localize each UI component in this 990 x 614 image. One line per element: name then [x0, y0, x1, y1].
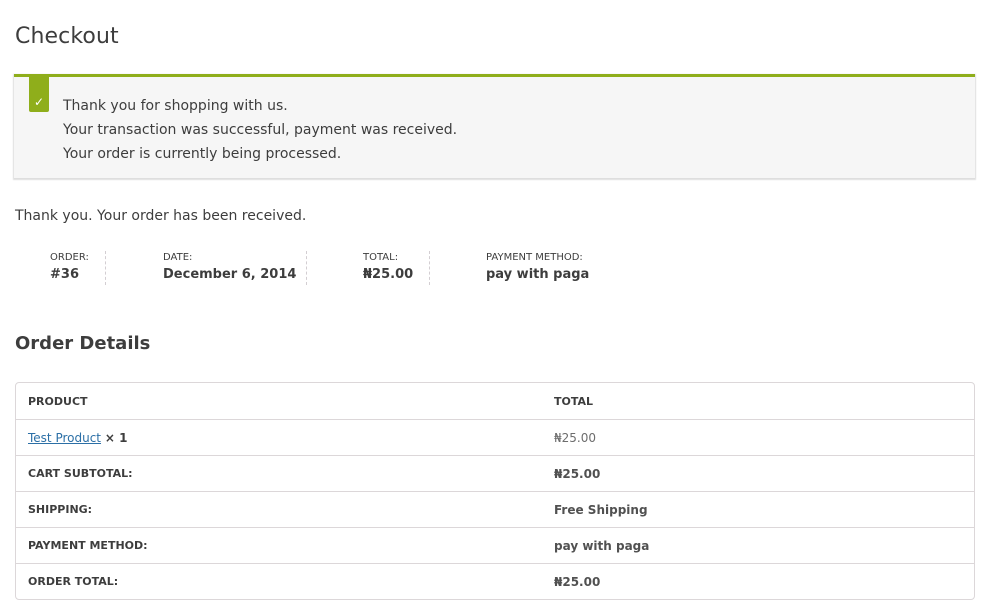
notice-line: Thank you for shopping with us. [63, 98, 288, 114]
row-value: ₦25.00 [542, 563, 974, 599]
overview-date-value: December 6, 2014 [163, 267, 297, 282]
row-value: Free Shipping [542, 491, 974, 527]
product-link[interactable]: Test Product [28, 431, 101, 445]
page-title: Checkout [15, 24, 119, 49]
row-label: ORDER TOTAL: [16, 563, 542, 599]
overview-payment-method: PAYMENT METHOD: pay with paga [486, 251, 636, 285]
order-details-title: Order Details [15, 333, 151, 354]
overview-date: DATE: December 6, 2014 [163, 251, 307, 285]
overview-order-label: ORDER: [50, 252, 89, 263]
notice-message: Thank you for shopping with us. Your tra… [63, 94, 457, 166]
overview-date-label: DATE: [163, 252, 193, 263]
table-row: SHIPPING: Free Shipping [16, 491, 974, 527]
overview-payment-value: pay with paga [486, 267, 590, 282]
product-cell: Test Product × 1 [16, 419, 542, 455]
table-header-row: PRODUCT TOTAL [16, 383, 974, 419]
column-header-product: PRODUCT [28, 394, 88, 408]
table-row: CART SUBTOTAL: ₦25.00 [16, 455, 974, 491]
product-total: ₦25.00 [542, 419, 974, 455]
order-details-table: PRODUCT TOTAL Test Product × 1 ₦25.00 CA… [15, 382, 975, 600]
notice-line: Your transaction was successful, payment… [63, 122, 458, 138]
overview-order-value: #36 [50, 267, 79, 282]
overview-total-label: TOTAL: [363, 252, 399, 263]
overview-payment-label: PAYMENT METHOD: [486, 252, 583, 263]
product-quantity: × 1 [104, 430, 128, 445]
success-notice: ✓ Thank you for shopping with us. Your t… [14, 74, 975, 178]
row-label: CART SUBTOTAL: [16, 455, 542, 491]
column-header-total: TOTAL [554, 394, 594, 408]
row-label: PAYMENT METHOD: [16, 527, 542, 563]
overview-total: TOTAL: ₦25.00 [363, 251, 430, 285]
overview-total-value: ₦25.00 [363, 267, 414, 282]
row-value: pay with paga [542, 527, 974, 563]
row-value: ₦25.00 [542, 455, 974, 491]
order-received-message: Thank you. Your order has been received. [15, 208, 307, 224]
overview-order: ORDER: #36 [50, 251, 106, 285]
table-row: ORDER TOTAL: ₦25.00 [16, 563, 974, 599]
checkmark-icon: ✓ [29, 74, 49, 112]
row-label: SHIPPING: [16, 491, 542, 527]
notice-line: Your order is currently being processed. [63, 146, 342, 162]
table-row: PAYMENT METHOD: pay with paga [16, 527, 974, 563]
table-row: Test Product × 1 ₦25.00 [16, 419, 974, 455]
